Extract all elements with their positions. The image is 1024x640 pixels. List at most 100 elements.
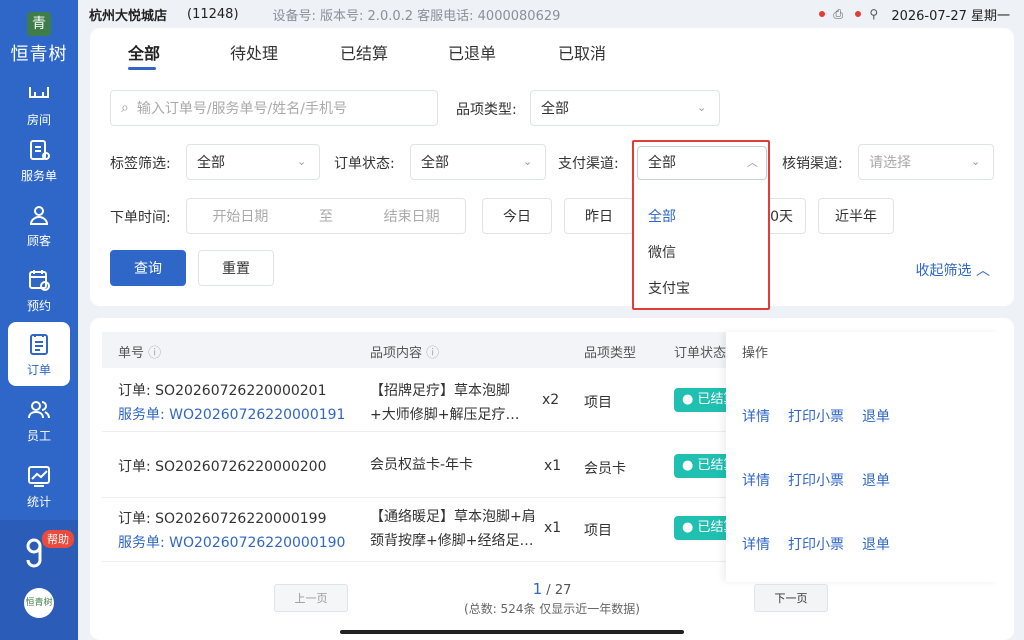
status-badge: ● 已结算 bbox=[674, 388, 734, 412]
tab-refunded[interactable]: 已退单 bbox=[448, 40, 496, 64]
nav-staff-label: 员工 bbox=[26, 428, 51, 443]
tag-value: 全部 bbox=[197, 155, 225, 171]
col-order-no: 单号 ⓘ bbox=[118, 346, 162, 361]
page-summary: (总数: 524条 仅显示近一年数据) bbox=[464, 602, 640, 616]
wifi-off-icon: ⚲ bbox=[869, 7, 879, 21]
half-year-button[interactable]: 近半年 bbox=[818, 198, 894, 234]
nav-room-label: 房间 bbox=[26, 112, 51, 127]
tab-pending[interactable]: 待处理 bbox=[230, 40, 278, 64]
help-badge[interactable]: 帮助 bbox=[42, 530, 74, 548]
order-icon bbox=[30, 333, 48, 355]
store-code: (11248) bbox=[187, 6, 239, 22]
current-page: 1 bbox=[532, 580, 543, 598]
item-type: 会员卡 bbox=[584, 461, 626, 477]
reset-button[interactable]: 重置 bbox=[198, 250, 274, 286]
item-content: 【招牌足疗】草本泡脚 bbox=[370, 383, 510, 399]
col-status: 订单状态 bbox=[674, 346, 727, 361]
page-indicator: 1 / 27 bbox=[90, 580, 1014, 598]
refund-link[interactable]: 退单 bbox=[862, 534, 890, 554]
chevron-down-icon: ⌄ bbox=[523, 155, 533, 168]
alert-dot-2 bbox=[855, 11, 862, 17]
total-pages: 27 bbox=[554, 583, 572, 598]
detail-link[interactable]: 详情 bbox=[742, 534, 770, 554]
pay-channel-select[interactable]: 全部 ︿ bbox=[637, 146, 767, 180]
chevron-down-icon: ⌄ bbox=[697, 101, 707, 114]
avatar[interactable]: 恒青树 bbox=[24, 588, 54, 618]
col-content: 品项内容 ⓘ bbox=[370, 346, 440, 361]
tab-settled[interactable]: 已结算 bbox=[340, 40, 388, 64]
query-button[interactable]: 查询 bbox=[110, 250, 186, 286]
col-type: 品项类型 bbox=[584, 346, 637, 361]
nav-stats-label: 统计 bbox=[26, 494, 51, 509]
print-receipt-link[interactable]: 打印小票 bbox=[788, 534, 844, 554]
room-icon bbox=[29, 86, 49, 98]
staff-icon bbox=[28, 400, 50, 418]
option-all[interactable]: 全部 bbox=[648, 206, 676, 226]
verify-channel-placeholder: 请选择 bbox=[869, 155, 911, 171]
verify-channel-label: 核销渠道: bbox=[782, 156, 843, 172]
nav-service-order[interactable]: 服务单 bbox=[0, 130, 78, 190]
help-circle-icon: ⓘ bbox=[148, 346, 162, 361]
start-date-placeholder[interactable]: 开始日期 bbox=[212, 206, 268, 226]
tab-cancelled[interactable]: 已取消 bbox=[558, 40, 606, 64]
brand: 青 恒青树 bbox=[0, 12, 78, 66]
nav-staff[interactable]: 员工 bbox=[0, 390, 78, 450]
brand-logo: 青 bbox=[27, 12, 51, 36]
customer-icon bbox=[29, 205, 49, 225]
time-label: 下单时间: bbox=[110, 210, 171, 226]
pay-channel-dropdown[interactable]: 全部 ︿ 全部 微信 支付宝 bbox=[632, 140, 770, 310]
item-content-2: 颈背按摩+修脚+经络足… bbox=[370, 533, 534, 549]
nav-order[interactable]: 订单 bbox=[8, 322, 70, 386]
actions-column: 操作 详情 打印小票 退单 详情 打印小票 退单 详情 打印小票 退单 bbox=[726, 332, 1000, 582]
next-page-button[interactable]: 下一页 bbox=[754, 584, 828, 612]
service-number-link[interactable]: 服务单: WO20260726220000191 bbox=[118, 404, 345, 424]
col-actions: 操作 bbox=[742, 346, 769, 361]
option-alipay[interactable]: 支付宝 bbox=[648, 278, 690, 298]
tag-select[interactable]: 全部 ⌄ bbox=[186, 144, 320, 180]
option-wechat[interactable]: 微信 bbox=[648, 242, 676, 262]
detail-link[interactable]: 详情 bbox=[742, 406, 770, 426]
filter-card: 全部 待处理 已结算 已退单 已取消 ⌕ 输入订单号/服务单号/姓名/手机号 品… bbox=[90, 28, 1014, 306]
sidebar: 青 恒青树 房间 服务单 顾客 预约 订单 员工 统计 帮助 恒青树 bbox=[0, 0, 78, 640]
refund-link[interactable]: 退单 bbox=[862, 470, 890, 490]
date-range-picker[interactable]: 开始日期 至 结束日期 bbox=[186, 198, 466, 234]
nav-stats[interactable]: 统计 bbox=[0, 456, 78, 516]
order-status-select[interactable]: 全部 ⌄ bbox=[410, 144, 546, 180]
service-number-link[interactable]: 服务单: WO20260726220000190 bbox=[118, 532, 345, 552]
status-bar: 杭州大悦城店 (11248) 设备号: 版本号: 2.0.0.2 客服电话: 4… bbox=[78, 0, 1024, 28]
nav-service-order-label: 服务单 bbox=[20, 168, 57, 183]
nav-customer[interactable]: 顾客 bbox=[0, 195, 78, 255]
item-type-select[interactable]: 全部 ⌄ bbox=[530, 90, 720, 126]
search-placeholder: 输入订单号/服务单号/姓名/手机号 bbox=[136, 101, 347, 117]
search-input[interactable]: ⌕ 输入订单号/服务单号/姓名/手机号 bbox=[110, 90, 438, 126]
item-qty: x2 bbox=[542, 392, 560, 408]
yesterday-button[interactable]: 昨日 bbox=[564, 198, 634, 234]
date-separator: 至 bbox=[318, 209, 333, 225]
detail-link[interactable]: 详情 bbox=[742, 470, 770, 490]
chevron-down-icon: ⌄ bbox=[297, 155, 307, 168]
item-qty: x1 bbox=[544, 520, 562, 536]
nav-appointment[interactable]: 预约 bbox=[0, 260, 78, 320]
appointment-icon bbox=[29, 269, 50, 291]
brand-name: 恒青树 bbox=[10, 44, 68, 65]
chevron-down-icon: ⌄ bbox=[971, 155, 981, 168]
tab-underline bbox=[128, 67, 156, 70]
status-badge: ● 已结算 bbox=[674, 454, 734, 478]
alert-dot bbox=[819, 11, 826, 17]
order-table: 单号 ⓘ 品项内容 ⓘ 品项类型 订单状态 订单: SO202607262200… bbox=[90, 318, 1014, 640]
stats-icon bbox=[28, 465, 50, 487]
item-qty: x1 bbox=[544, 458, 562, 474]
tab-all[interactable]: 全部 bbox=[128, 40, 160, 64]
verify-channel-select[interactable]: 请选择 ⌄ bbox=[858, 144, 994, 180]
order-status-label: 订单状态: bbox=[334, 156, 395, 172]
item-type-value: 全部 bbox=[541, 101, 569, 117]
collapse-filter-link[interactable]: 收起筛选 ︿ bbox=[916, 260, 990, 280]
refund-link[interactable]: 退单 bbox=[862, 406, 890, 426]
home-indicator[interactable] bbox=[340, 630, 684, 634]
print-receipt-link[interactable]: 打印小票 bbox=[788, 406, 844, 426]
end-date-placeholder[interactable]: 结束日期 bbox=[384, 206, 440, 226]
nav-room[interactable]: 房间 bbox=[0, 74, 78, 134]
today-button[interactable]: 今日 bbox=[482, 198, 552, 234]
pay-channel-value: 全部 bbox=[648, 155, 676, 171]
print-receipt-link[interactable]: 打印小票 bbox=[788, 470, 844, 490]
